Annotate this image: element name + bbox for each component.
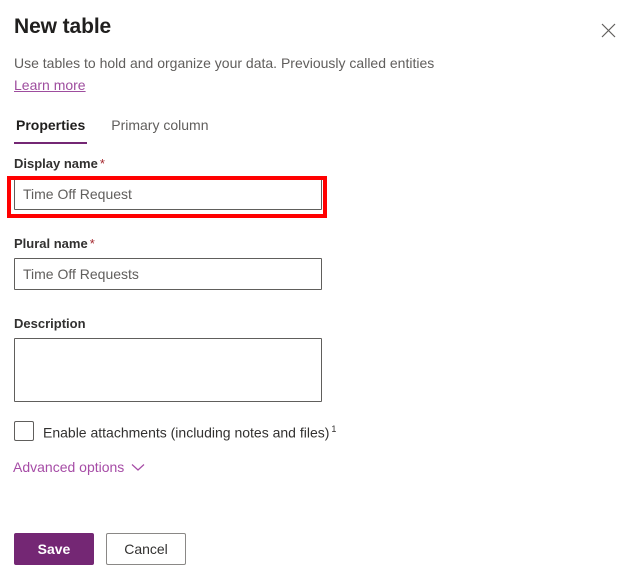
- tab-list: Properties Primary column: [14, 115, 211, 144]
- footer-actions: Save Cancel: [14, 533, 186, 565]
- chevron-down-icon: [131, 460, 145, 475]
- plural-name-label-text: Plural name: [14, 236, 88, 251]
- display-name-input[interactable]: [14, 178, 322, 210]
- tab-primary-column[interactable]: Primary column: [109, 115, 210, 144]
- required-asterisk: *: [98, 156, 105, 171]
- close-button[interactable]: [594, 16, 622, 44]
- tab-properties[interactable]: Properties: [14, 115, 87, 144]
- cancel-button[interactable]: Cancel: [106, 533, 186, 565]
- description-label: Description: [14, 315, 322, 333]
- display-name-label-text: Display name: [14, 156, 98, 171]
- enable-attachments-label: Enable attachments (including notes and …: [43, 419, 336, 443]
- close-icon: [601, 23, 616, 38]
- enable-attachments-row[interactable]: Enable attachments (including notes and …: [14, 419, 336, 443]
- required-asterisk: *: [88, 236, 95, 251]
- field-display-name: Display name*: [14, 155, 322, 210]
- plural-name-label: Plural name*: [14, 235, 322, 253]
- enable-attachments-checkbox[interactable]: [14, 421, 34, 441]
- panel-subtitle: Use tables to hold and organize your dat…: [14, 53, 620, 73]
- advanced-options-label: Advanced options: [13, 457, 124, 477]
- description-textarea[interactable]: [14, 338, 322, 402]
- field-plural-name: Plural name*: [14, 235, 322, 290]
- save-button[interactable]: Save: [14, 533, 94, 565]
- display-name-label: Display name*: [14, 155, 322, 173]
- advanced-options-toggle[interactable]: Advanced options: [13, 457, 145, 477]
- title-row: New table: [14, 14, 620, 44]
- field-description: Description: [14, 315, 322, 402]
- enable-attachments-label-text: Enable attachments (including notes and …: [43, 425, 329, 441]
- footnote-marker: 1: [331, 424, 336, 434]
- learn-more-link[interactable]: Learn more: [14, 75, 86, 95]
- plural-name-input[interactable]: [14, 258, 322, 290]
- page-title: New table: [14, 14, 111, 40]
- panel-header: New table Use tables to hold and organiz…: [0, 0, 636, 95]
